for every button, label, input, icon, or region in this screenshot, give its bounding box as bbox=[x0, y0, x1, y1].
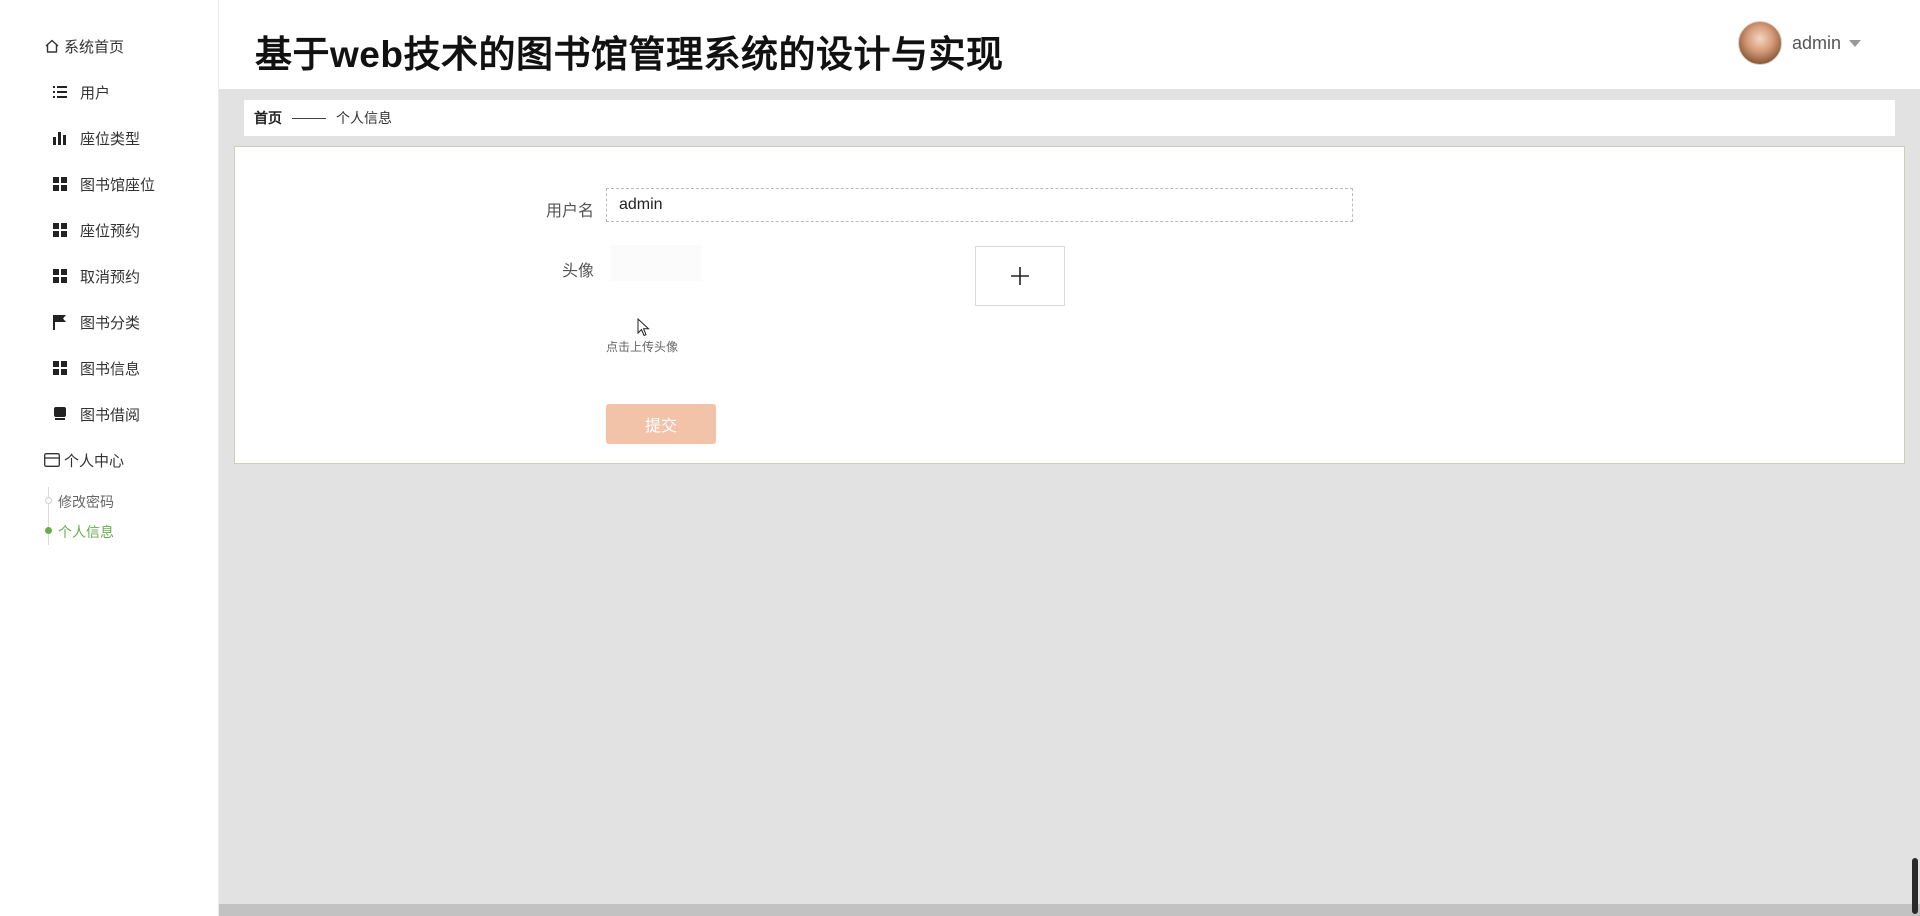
list-icon bbox=[52, 84, 68, 100]
sidebar-item-label: 座位预约 bbox=[80, 222, 141, 240]
avatar bbox=[1738, 21, 1782, 65]
flag-icon bbox=[52, 314, 68, 330]
sidebar-item-seat-type[interactable]: 座位类型 bbox=[52, 126, 140, 150]
sidebar-item-personal-center[interactable]: 个人中心 bbox=[44, 448, 124, 472]
submit-button[interactable]: 提交 bbox=[606, 404, 716, 444]
sidebar-subitem-personal-info[interactable]: 个人信息 bbox=[58, 522, 114, 542]
upload-hint[interactable]: 点击上传头像 bbox=[606, 338, 678, 355]
profile-form-panel: 用户名 头像 点击上传头像 提交 bbox=[234, 146, 1905, 464]
caret-down-icon bbox=[1849, 39, 1862, 47]
grid-icon bbox=[52, 360, 68, 376]
breadcrumb-home[interactable]: 首页 bbox=[254, 108, 282, 128]
grid-icon bbox=[52, 222, 68, 238]
sidebar-item-book-borrow[interactable]: 图书借阅 bbox=[52, 402, 140, 426]
app-title: 基于web技术的图书馆管理系统的设计与实现 bbox=[255, 34, 1004, 75]
sidebar-item-book-info[interactable]: 图书信息 bbox=[52, 356, 140, 380]
plus-icon bbox=[1011, 267, 1029, 285]
sidebar-item-label: 图书分类 bbox=[80, 314, 141, 332]
username-field[interactable] bbox=[606, 188, 1353, 222]
sidebar-item-book-category[interactable]: 图书分类 bbox=[52, 310, 140, 334]
avatar-upload-button[interactable] bbox=[975, 246, 1065, 306]
main-content: 首页 个人信息 用户名 头像 点击上传头像 提交 bbox=[219, 90, 1920, 916]
sidebar-item-home[interactable]: 系统首页 bbox=[44, 34, 124, 58]
card-icon bbox=[44, 452, 60, 468]
submenu-tree-line bbox=[48, 487, 49, 545]
sidebar-item-seat-reservation[interactable]: 座位预约 bbox=[52, 218, 140, 242]
sidebar-item-label: 个人中心 bbox=[64, 452, 125, 470]
submenu-dot bbox=[45, 497, 52, 504]
sidebar-item-label: 图书信息 bbox=[80, 360, 141, 378]
username-label: 用户名 bbox=[545, 203, 594, 220]
user-name: admin bbox=[1792, 32, 1842, 53]
breadcrumb-separator bbox=[292, 117, 326, 119]
vertical-scrollbar-thumb[interactable] bbox=[1912, 858, 1918, 914]
book-icon bbox=[52, 406, 68, 422]
grid-icon bbox=[52, 268, 68, 284]
sidebar-item-label: 系统首页 bbox=[64, 38, 125, 56]
sidebar-item-label: 座位类型 bbox=[80, 130, 141, 148]
sidebar-item-label: 取消预约 bbox=[80, 268, 141, 286]
avatar-label: 头像 bbox=[561, 263, 594, 280]
user-menu[interactable]: admin bbox=[1738, 21, 1862, 65]
avatar-preview bbox=[611, 245, 701, 281]
sidebar-item-cancel-reservation[interactable]: 取消预约 bbox=[52, 264, 140, 288]
grid-icon bbox=[52, 176, 68, 192]
sidebar-subitem-change-password[interactable]: 修改密码 bbox=[58, 492, 114, 512]
sidebar: 系统首页 用户 座位类型 图书馆座位 座位预约 取消预约 图书分类 图书信息 图… bbox=[0, 0, 219, 916]
submenu-dot-active bbox=[45, 527, 52, 534]
mouse-cursor-icon bbox=[637, 318, 650, 337]
breadcrumb: 首页 个人信息 bbox=[244, 100, 1895, 136]
sidebar-item-users[interactable]: 用户 bbox=[52, 80, 110, 104]
sidebar-item-label: 图书借阅 bbox=[80, 406, 141, 424]
sidebar-item-label: 用户 bbox=[80, 84, 111, 102]
horizontal-scrollbar[interactable] bbox=[219, 904, 1920, 916]
bar-chart-icon bbox=[52, 130, 68, 146]
sidebar-item-label: 图书馆座位 bbox=[80, 176, 156, 194]
breadcrumb-current: 个人信息 bbox=[336, 110, 392, 126]
sidebar-item-library-seats[interactable]: 图书馆座位 bbox=[52, 172, 155, 196]
header: 基于web技术的图书馆管理系统的设计与实现 admin bbox=[219, 0, 1920, 90]
home-icon bbox=[44, 38, 60, 54]
